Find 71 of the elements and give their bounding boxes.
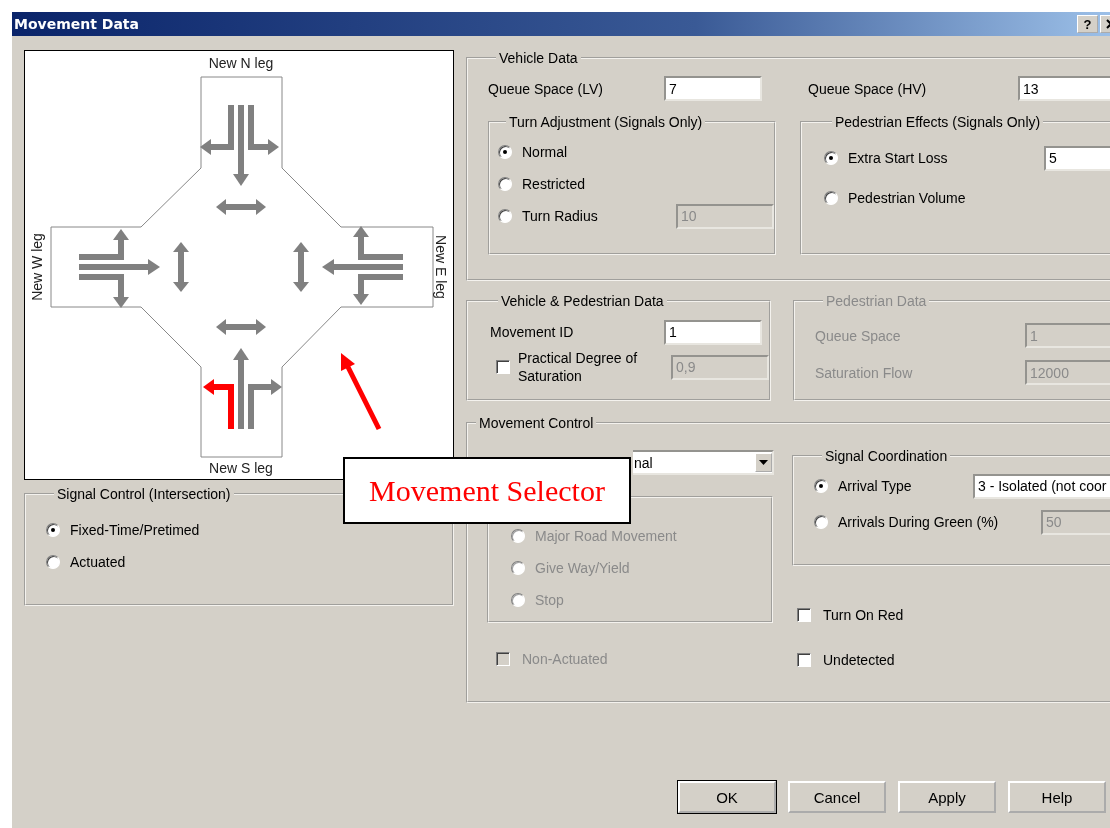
- input-field[interactable]: 13: [1018, 76, 1110, 101]
- movement-arrow[interactable]: [233, 105, 249, 186]
- field-label: Saturation Flow: [815, 364, 914, 381]
- movement-arrow[interactable]: [248, 379, 282, 429]
- checkbox-label: Practical Degree of Saturation: [518, 349, 639, 385]
- radio-label: Major Road Movement: [535, 528, 677, 544]
- checkbox-label: Undetected: [823, 652, 895, 668]
- radio-label: Extra Start Loss: [848, 150, 949, 166]
- radio-label: Fixed-Time/Pretimed: [70, 522, 200, 538]
- radio-label: Arrival Type: [838, 478, 913, 494]
- movement-arrow[interactable]: [200, 105, 234, 155]
- input-field[interactable]: 5: [1044, 145, 1110, 171]
- movement-dropdown[interactable]: nal: [633, 450, 774, 475]
- help-button[interactable]: ?: [1077, 15, 1098, 33]
- crossing-arrow[interactable]: [216, 319, 266, 335]
- field-label: Movement ID: [490, 324, 575, 340]
- radio-label: Turn Radius: [522, 208, 599, 224]
- field-label: Queue Space (HV): [808, 80, 928, 97]
- arrival-type-dropdown[interactable]: 3 - Isolated (not coor: [973, 473, 1110, 499]
- radio-button[interactable]: [498, 177, 512, 191]
- radio-button[interactable]: [46, 523, 60, 537]
- group-title: Pedestrian Effects (Signals Only): [834, 114, 1042, 130]
- checkbox-label: Non-Actuated: [522, 651, 608, 667]
- movement-arrow[interactable]: [79, 259, 160, 275]
- checkbox[interactable]: [797, 653, 811, 667]
- input-field[interactable]: 1: [664, 319, 762, 345]
- checkbox[interactable]: [797, 608, 811, 622]
- field-label: Queue Space (LV): [488, 80, 604, 97]
- radio-label: Pedestrian Volume: [848, 190, 967, 206]
- crossing-arrow[interactable]: [293, 242, 309, 292]
- movement-arrow[interactable]: [353, 274, 403, 305]
- dialog-button[interactable]: Help: [1008, 781, 1106, 813]
- crossing-arrow[interactable]: [216, 199, 266, 215]
- radio-label: Give Way/Yield: [535, 560, 630, 576]
- movement-arrow[interactable]: [79, 274, 129, 308]
- radio-label: Restricted: [522, 176, 587, 192]
- radio-label: Normal: [522, 144, 569, 160]
- leg-label: New E leg: [433, 235, 450, 299]
- movement-arrow[interactable]: [322, 259, 403, 275]
- window-title: Movement Data: [14, 16, 140, 32]
- dialog-button[interactable]: Apply: [898, 781, 996, 813]
- movement-arrow[interactable]: [353, 226, 403, 260]
- radio-button[interactable]: [824, 151, 838, 165]
- callout-label: Movement Selector: [343, 457, 631, 524]
- checkbox-label: Turn On Red: [823, 607, 904, 623]
- group-title: Turn Adjustment (Signals Only): [508, 114, 704, 130]
- group-title: Pedestrian Data: [825, 293, 928, 309]
- dialog-button[interactable]: Cancel: [788, 781, 886, 813]
- radio-label: Actuated: [70, 554, 126, 570]
- leg-label: New N leg: [208, 54, 274, 71]
- group-title: Signal Coordination: [824, 448, 949, 464]
- group-title: Movement Control: [478, 415, 595, 431]
- movement-arrow[interactable]: [248, 105, 279, 155]
- radio-button[interactable]: [824, 191, 838, 205]
- radio-button[interactable]: [498, 145, 512, 159]
- crossing-arrow[interactable]: [173, 242, 189, 292]
- leg-label: New S leg: [209, 459, 273, 476]
- movement-arrow[interactable]: [233, 348, 249, 429]
- field-label: Queue Space: [815, 327, 902, 344]
- movement-arrow[interactable]: [203, 379, 234, 429]
- group-title: Vehicle Data: [498, 50, 579, 66]
- radio-button[interactable]: [814, 479, 828, 493]
- movement-arrow[interactable]: [79, 229, 129, 260]
- dialog-button[interactable]: OK: [678, 781, 776, 813]
- radio-button[interactable]: [46, 555, 60, 569]
- group-title: Signal Control (Intersection): [56, 486, 232, 502]
- radio-label: Stop: [535, 592, 564, 608]
- group-title: Vehicle & Pedestrian Data: [500, 293, 665, 309]
- radio-label: Arrivals During Green (%): [838, 514, 1000, 530]
- input-field[interactable]: 7: [664, 76, 762, 101]
- leg-label: New W leg: [28, 233, 45, 301]
